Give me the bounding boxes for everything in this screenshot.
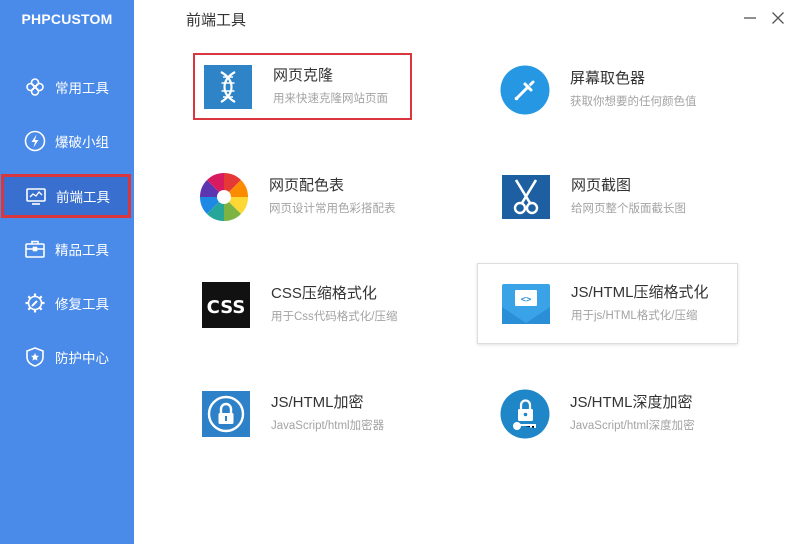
tool-web-screenshot[interactable]: 网页截图 给网页整个版面截长图 [501,162,741,232]
monitor-icon [25,185,47,207]
sidebar-item-premium-tools[interactable]: 精品工具 [0,227,134,271]
tool-desc: 给网页整个版面截长图 [571,203,686,215]
sidebar-item-common-tools[interactable]: 常用工具 [0,65,134,109]
tool-desc: 用于js/HTML格式化/压缩 [571,309,698,322]
tool-name: 屏幕取色器 [570,70,646,87]
sidebar-item-protection-center[interactable]: 防护中心 [0,335,134,379]
tool-name: JS/HTML加密 [271,394,364,411]
tool-desc: 网页设计常用色彩搭配表 [269,203,396,215]
tool-desc: 用来快速克隆网站页面 [273,92,388,105]
toolbox-icon [24,238,46,260]
tool-name: JS/HTML深度加密 [570,394,693,411]
sidebar-item-crack-group[interactable]: 爆破小组 [0,119,134,163]
lightning-icon [24,130,46,152]
css-icon-text: CSS [207,297,246,318]
page-title: 前端工具 [186,12,247,29]
sidebar-item-label: 爆破小组 [55,135,109,150]
css-icon: CSS [201,280,251,330]
code-envelope-icon: <> [501,279,551,329]
minimize-icon [744,17,756,19]
tool-desc: JavaScript/html深度加密 [570,420,695,432]
minimize-button[interactable] [742,10,758,26]
tool-name: 网页截图 [571,177,632,194]
scissors-icon [501,172,551,222]
tool-js-html-encrypt[interactable]: JS/HTML加密 JavaScript/html加密器 [201,379,441,449]
gear-wrench-icon [24,292,46,314]
lock-key-icon [500,389,550,439]
tool-name: 网页克隆 [273,66,334,84]
tool-name: 网页配色表 [269,177,345,194]
sidebar: PHPCUSTOM 常用工具 爆破小组 前端工具 精品工具 修复工具 防护中心 [0,0,134,544]
sidebar-item-label: 精品工具 [55,243,109,258]
clover-icon [24,76,46,98]
code-icon-text: <> [521,295,532,305]
dna-icon [203,62,253,112]
tool-web-clone[interactable]: 网页克隆 用来快速克隆网站页面 [193,53,412,120]
close-icon [772,12,784,24]
tool-desc: JavaScript/html加密器 [271,420,385,432]
eyedropper-icon [500,65,550,115]
lock-icon [201,389,251,439]
tool-desc: 用于Css代码格式化/压缩 [271,311,398,323]
sidebar-item-label: 防护中心 [55,351,109,366]
sidebar-item-frontend-tools[interactable]: 前端工具 [1,174,131,218]
sidebar-item-label: 修复工具 [55,297,109,312]
sidebar-item-label: 常用工具 [55,81,109,96]
brand-logo: PHPCUSTOM [21,11,113,27]
sidebar-item-repair-tools[interactable]: 修复工具 [0,281,134,325]
close-button[interactable] [770,10,786,26]
tool-desc: 获取你想要的任何颜色值 [570,96,697,108]
tool-name: JS/HTML压缩格式化 [571,283,709,301]
shield-star-icon [24,346,46,368]
color-wheel-icon [199,172,249,222]
tool-screen-color-picker[interactable]: 屏幕取色器 获取你想要的任何颜色值 [500,55,740,125]
tool-css-minify-format[interactable]: CSS CSS压缩格式化 用于Css代码格式化/压缩 [201,270,441,340]
tool-name: CSS压缩格式化 [271,285,377,302]
tool-js-html-minify-format[interactable]: <> JS/HTML压缩格式化 用于js/HTML格式化/压缩 [477,263,738,344]
tool-web-color-table[interactable]: 网页配色表 网页设计常用色彩搭配表 [199,162,439,232]
sidebar-item-label: 前端工具 [56,190,110,205]
tool-js-html-deep-encrypt[interactable]: JS/HTML深度加密 JavaScript/html深度加密 [500,379,740,449]
